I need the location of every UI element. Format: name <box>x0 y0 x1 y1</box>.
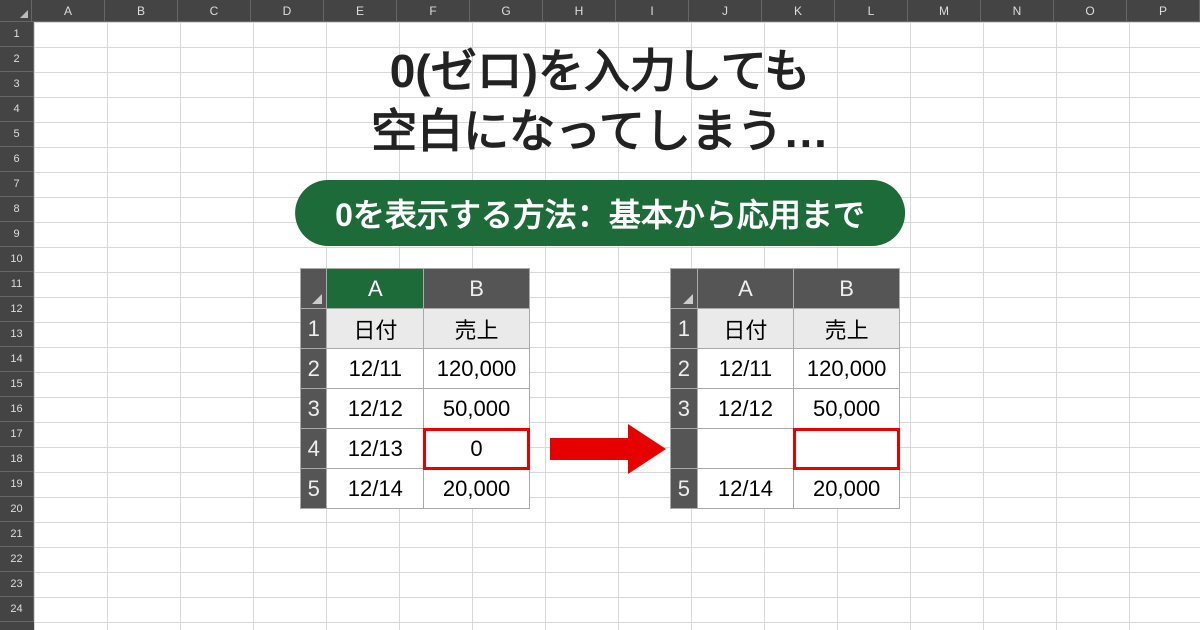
row-header[interactable]: 22 <box>0 547 34 572</box>
column-header[interactable]: A <box>32 0 105 22</box>
row-header[interactable]: 18 <box>0 447 34 472</box>
column-header[interactable]: D <box>251 0 324 22</box>
column-header[interactable]: F <box>397 0 470 22</box>
column-header[interactable]: J <box>689 0 762 22</box>
row-header[interactable]: 12 <box>0 297 34 322</box>
row-header[interactable]: 5 <box>0 122 34 147</box>
row-header[interactable]: 14 <box>0 347 34 372</box>
column-header[interactable]: M <box>908 0 981 22</box>
row-header[interactable]: 24 <box>0 597 34 622</box>
row-header[interactable]: 7 <box>0 172 34 197</box>
row-header[interactable]: 1 <box>0 22 34 47</box>
row-header[interactable]: 8 <box>0 197 34 222</box>
row-header[interactable]: 4 <box>0 97 34 122</box>
column-header[interactable]: K <box>762 0 835 22</box>
column-header[interactable]: G <box>470 0 543 22</box>
column-header[interactable]: I <box>616 0 689 22</box>
column-headers-row: ABCDEFGHIJKLMNOP <box>0 0 1200 22</box>
column-header[interactable]: B <box>105 0 178 22</box>
row-header[interactable]: 19 <box>0 472 34 497</box>
row-header[interactable]: 15 <box>0 372 34 397</box>
row-header[interactable]: 2 <box>0 47 34 72</box>
row-header[interactable]: 11 <box>0 272 34 297</box>
select-all-corner[interactable] <box>0 0 32 22</box>
column-header[interactable]: H <box>543 0 616 22</box>
row-header[interactable]: 9 <box>0 222 34 247</box>
column-header[interactable]: N <box>981 0 1054 22</box>
column-header[interactable]: L <box>835 0 908 22</box>
row-header[interactable]: 16 <box>0 397 34 422</box>
column-header[interactable]: P <box>1127 0 1200 22</box>
row-header[interactable]: 6 <box>0 147 34 172</box>
row-header[interactable]: 17 <box>0 422 34 447</box>
column-header[interactable]: E <box>324 0 397 22</box>
row-headers: 123456789101112131415161718192021222324 <box>0 22 34 630</box>
row-header[interactable]: 13 <box>0 322 34 347</box>
row-header[interactable]: 23 <box>0 572 34 597</box>
row-header[interactable]: 21 <box>0 522 34 547</box>
column-header[interactable]: O <box>1054 0 1127 22</box>
cell-grid[interactable] <box>34 22 1200 630</box>
row-header[interactable]: 10 <box>0 247 34 272</box>
row-header[interactable]: 3 <box>0 72 34 97</box>
row-header[interactable]: 20 <box>0 497 34 522</box>
excel-background: ABCDEFGHIJKLMNOP 12345678910111213141516… <box>0 0 1200 630</box>
column-header[interactable]: C <box>178 0 251 22</box>
